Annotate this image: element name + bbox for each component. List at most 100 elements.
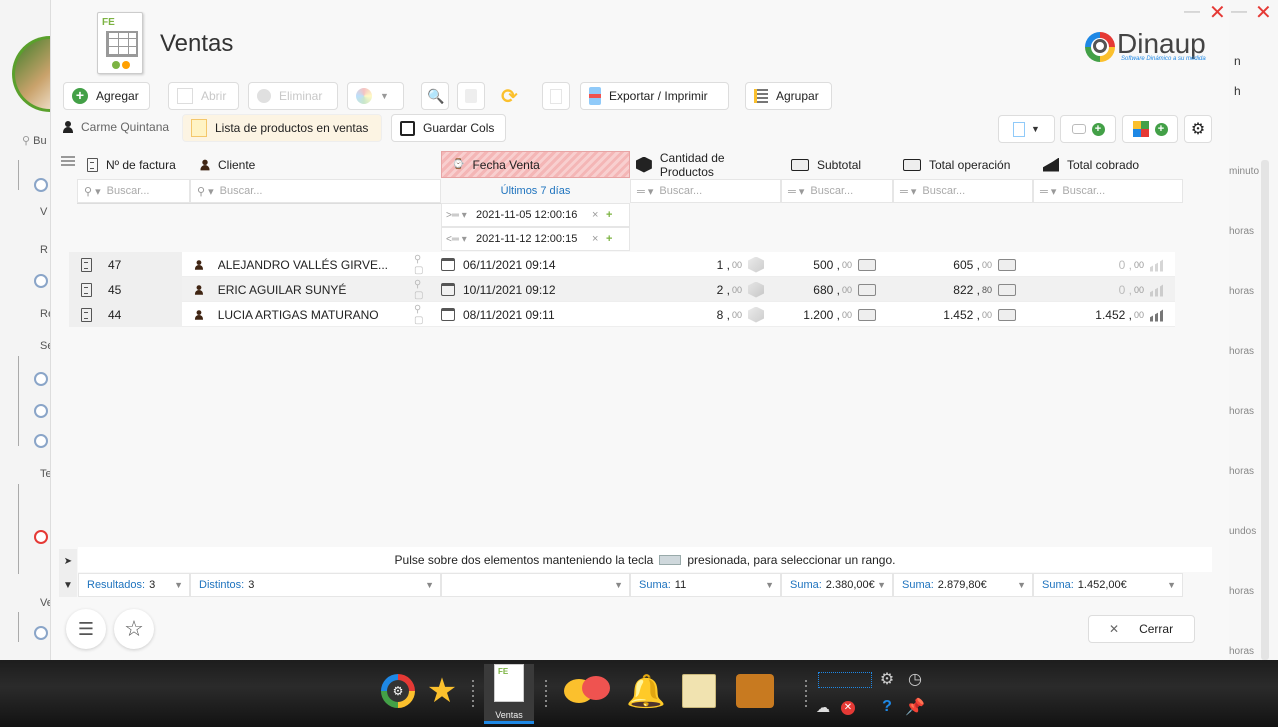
quantity-sum[interactable]: Suma: 11 ▼ <box>630 573 781 597</box>
add-tag-button[interactable]: + <box>1060 115 1116 143</box>
open-button[interactable]: Abrir <box>168 82 239 110</box>
bell-icon[interactable]: 🔔 <box>626 672 666 710</box>
column-header-client[interactable]: Cliente <box>190 151 441 178</box>
table-row[interactable]: 47 ALEJANDRO VALLÉS GIRVE... ⚲ ▢ 06/11/2021… <box>69 252 1175 277</box>
background-right-panel: n h minuto horas horas horas horas horas… <box>1229 0 1278 660</box>
pointer-tool[interactable]: ➤ <box>59 549 77 573</box>
table-row[interactable]: 45 ERIC AGUILAR SUNYÉ ⚲ ▢ 10/11/2021 09:12 2… <box>69 277 1175 302</box>
column-header-total[interactable]: Total operación <box>893 151 1032 178</box>
total-search-input[interactable]: ═ ▾ Buscar... <box>893 179 1033 203</box>
subtotal-search-input[interactable]: ═ ▾ Buscar... <box>781 179 893 203</box>
refresh-button[interactable]: ⟳ <box>496 82 524 110</box>
date-preset-link[interactable]: Últimos 7 días <box>441 179 630 203</box>
favorite-button[interactable]: ☆ <box>114 609 154 649</box>
bg-label: undos <box>1229 526 1257 537</box>
client-search-input[interactable]: ⚲ ▾ Buscar... <box>190 179 441 203</box>
tag-icon <box>1071 124 1086 134</box>
column-selector-icon[interactable] <box>61 154 75 176</box>
color-filter-button[interactable]: ▼ <box>347 82 404 110</box>
subtotal-decimals: 00 <box>841 309 852 320</box>
column-label: Cliente <box>218 157 256 172</box>
hint-text: Pulse sobre dos elementos manteniendo la… <box>394 552 654 567</box>
cloud-icon[interactable]: ☁ <box>812 696 834 718</box>
sale-date: 10/11/2021 09:12 <box>463 282 556 297</box>
pin-icon[interactable]: 📌 <box>904 696 926 718</box>
sale-date: 08/11/2021 09:11 <box>463 307 555 322</box>
group-button[interactable]: Agrupar <box>745 82 832 110</box>
filter-icon[interactable]: ▼ <box>59 573 77 597</box>
add-icon[interactable]: + <box>606 233 612 245</box>
search-button[interactable]: 🔍 <box>421 82 449 110</box>
column-header-subtotal[interactable]: Subtotal <box>781 151 892 178</box>
trash-button[interactable] <box>457 82 485 110</box>
total-sum[interactable]: Suma: 2.879,80€ ▼ <box>893 573 1033 597</box>
export-print-button[interactable]: Exportar / Imprimir <box>580 82 729 110</box>
chevron-down-icon: ▼ <box>380 91 389 101</box>
gear-icon[interactable]: ⚙ <box>876 668 898 690</box>
add-button[interactable]: + Agregar <box>63 82 150 110</box>
bg-label: V <box>40 206 48 218</box>
error-icon[interactable]: ✕ <box>838 698 858 718</box>
column-header-date[interactable]: ⌚ Fecha Venta <box>441 151 630 178</box>
document-button[interactable] <box>542 82 570 110</box>
note-icon[interactable] <box>680 672 718 710</box>
subtotal-value: 500 <box>813 257 834 272</box>
close-all-button[interactable]: — <box>1231 3 1247 21</box>
invoice-number: 44 <box>108 307 122 322</box>
date-summary[interactable]: ▼ <box>441 573 630 597</box>
invoice-cell: 45 <box>69 277 182 302</box>
table-row[interactable]: 44 LUCIA ARTIGAS MATURANO ⚲ ▢ 08/11/2021 09… <box>69 302 1175 327</box>
column-header-invoice[interactable]: Nº de factura <box>77 151 189 178</box>
clear-icon[interactable]: × <box>592 209 606 221</box>
search-icon: ⚲ ▾ <box>197 185 214 198</box>
add-calc-button[interactable]: + <box>1122 115 1178 143</box>
calendar-icon: ⌚ <box>452 159 465 170</box>
search-icon[interactable]: ⚲ ▢ <box>414 304 433 326</box>
search-icon[interactable]: ⚲ ▢ <box>414 279 433 301</box>
close-label: Cerrar <box>1139 622 1174 636</box>
date-to-filter[interactable]: <═ ▾ 2021-11-12 12:00:15 × + <box>441 227 630 251</box>
quantity-search-input[interactable]: ═ ▾ Buscar... <box>630 179 781 203</box>
report-dropdown-button[interactable]: ▼ <box>998 115 1055 143</box>
star-icon[interactable]: ★ <box>423 672 461 710</box>
wallet-icon[interactable] <box>736 672 774 710</box>
search-icon[interactable]: ⚲ ▢ <box>414 254 433 276</box>
bg-gear-icon <box>34 434 48 448</box>
close-window-button[interactable]: ✕ <box>1209 0 1226 25</box>
paid-sum[interactable]: Suma: 1.452,00€ ▼ <box>1033 573 1183 597</box>
quantity-cell: 1 , 00 <box>622 252 772 277</box>
clear-icon[interactable]: × <box>592 233 606 245</box>
chat-icon[interactable] <box>560 672 614 710</box>
column-header-quantity[interactable]: Cantidad de Productos <box>630 151 781 179</box>
user-name: Carme Quintana <box>81 120 170 134</box>
delete-button[interactable]: Eliminar <box>248 82 338 110</box>
settings-button[interactable]: ⚙ <box>1184 115 1212 143</box>
invoice-search-input[interactable]: ⚲ ▾ Buscar... <box>77 179 190 203</box>
close-button[interactable]: ✕ Cerrar <box>1088 615 1195 643</box>
subtotal-sum[interactable]: Suma: 2.380,00€ ▼ <box>781 573 893 597</box>
close-icon[interactable]: ✕ <box>1255 0 1272 25</box>
save-cols-button[interactable]: Guardar Cols <box>391 114 506 142</box>
hint-text: presionada, para seleccionar un rango. <box>687 552 896 567</box>
cash-icon <box>998 283 1016 296</box>
product-list-button[interactable]: Lista de productos en ventas <box>182 114 382 142</box>
results-count[interactable]: Resultados: 3 ▼ <box>78 573 190 597</box>
minimize-button[interactable]: — <box>1184 3 1200 21</box>
column-header-paid[interactable]: Total cobrado <box>1033 151 1183 178</box>
list-view-button[interactable]: ☰ <box>66 609 106 649</box>
page-title: Ventas <box>160 30 234 57</box>
add-icon[interactable]: + <box>606 209 612 221</box>
dinaup-gear-icon[interactable]: ⚙ <box>379 672 417 710</box>
connection-status-icon[interactable] <box>815 670 875 690</box>
clock-icon[interactable]: ◷ <box>904 668 926 690</box>
calculator-icon <box>1132 121 1149 137</box>
total-cell: 822 , 80 <box>884 277 1024 302</box>
paid-search-input[interactable]: ═ ▾ Buscar... <box>1033 179 1183 203</box>
quantity-decimals: 00 <box>731 309 742 320</box>
help-icon[interactable]: ? <box>876 696 898 718</box>
distinct-count[interactable]: Distintos: 3 ▼ <box>190 573 441 597</box>
bg-label: horas <box>1229 406 1255 417</box>
bg-scrollbar[interactable] <box>1261 160 1269 660</box>
chevron-down-icon: ▼ <box>1017 580 1026 590</box>
date-from-filter[interactable]: >═ ▾ 2021-11-05 12:00:16 × + <box>441 203 630 227</box>
